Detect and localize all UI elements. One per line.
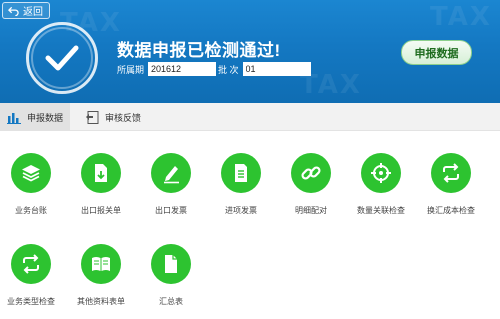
- layers-icon: [22, 165, 40, 182]
- bar-chart-icon: [7, 112, 21, 124]
- status-title: 数据申报已检测通过!: [117, 41, 281, 60]
- func-summary-table[interactable]: 汇总表: [137, 244, 205, 307]
- period-input[interactable]: [148, 62, 217, 76]
- func-label: 汇总表: [159, 297, 183, 306]
- func-label: 进项发票: [225, 206, 257, 215]
- func-label: 换汇成本检查: [427, 206, 475, 215]
- batch-label: 批 次: [218, 64, 239, 75]
- func-label: 业务台账: [15, 206, 47, 215]
- success-check-icon: [26, 22, 98, 94]
- pen-edit-icon: [164, 166, 179, 184]
- document-download-icon: [95, 164, 107, 182]
- func-label: 明细配对: [295, 206, 327, 215]
- batch-field: 批 次: [218, 62, 311, 76]
- back-label: 返回: [23, 7, 43, 18]
- func-export-declaration[interactable]: 出口报关单: [67, 153, 135, 216]
- exchange-arrows-icon: [23, 254, 39, 274]
- func-input-invoice[interactable]: 进项发票: [207, 153, 275, 216]
- tab-review-feedback[interactable]: 审核反馈: [78, 103, 158, 131]
- func-label: 业务类型检查: [7, 297, 55, 306]
- func-business-ledger[interactable]: 业务台账: [0, 153, 65, 216]
- exchange-arrows-icon: [443, 163, 459, 183]
- func-label: 出口报关单: [81, 206, 121, 215]
- document-icon: [165, 255, 177, 273]
- func-business-type-check[interactable]: 业务类型检查: [0, 244, 65, 307]
- func-label: 出口发票: [155, 206, 187, 215]
- func-other-forms[interactable]: 其他资料表单: [67, 244, 135, 307]
- report-data-button[interactable]: 申报数据: [401, 40, 472, 65]
- crosshair-icon: [371, 163, 391, 183]
- tab-label: 审核反馈: [105, 112, 142, 123]
- document-lines-icon: [235, 164, 247, 182]
- func-detail-matching[interactable]: 明细配对: [277, 153, 345, 216]
- func-exchange-cost-check[interactable]: 换汇成本检查: [417, 153, 485, 216]
- back-button[interactable]: 返回: [2, 2, 50, 19]
- func-quantity-check[interactable]: 数量关联检查: [347, 153, 415, 216]
- period-field: 所属期: [117, 62, 217, 76]
- func-label: 数量关联检查: [357, 206, 405, 215]
- open-book-icon: [92, 257, 110, 271]
- func-label: 其他资料表单: [77, 297, 125, 306]
- tab-bar: 申报数据 审核反馈: [0, 103, 500, 131]
- func-export-invoice[interactable]: 出口发票: [137, 153, 205, 216]
- tab-report-data[interactable]: 申报数据: [0, 103, 70, 131]
- batch-input[interactable]: [242, 62, 311, 76]
- link-icon: [301, 166, 321, 180]
- header-banner: TAX TAX TAX 返回 数据申报已检测通过! 所属期 批 次 申报数据: [0, 0, 500, 103]
- back-arrow-icon: [8, 6, 19, 16]
- feedback-doc-icon: [86, 110, 99, 124]
- watermark: TAX: [430, 2, 492, 32]
- tab-label: 申报数据: [27, 112, 64, 123]
- period-label: 所属期: [117, 64, 145, 75]
